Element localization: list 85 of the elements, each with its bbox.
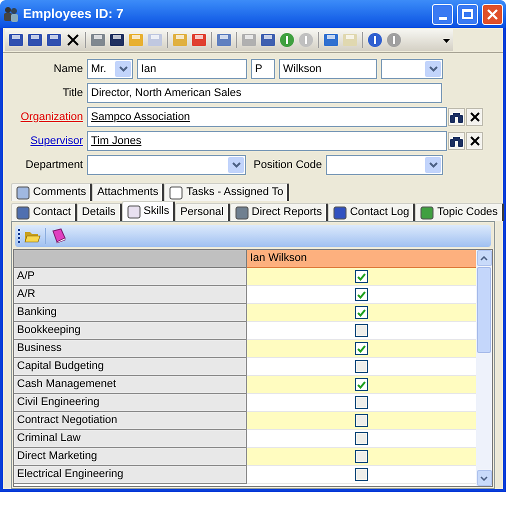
row-header: Business (14, 340, 247, 358)
triangle-icon (443, 36, 450, 44)
maximize-button[interactable] (457, 4, 478, 24)
tab[interactable]: Topic Codes (415, 203, 504, 221)
column-header[interactable]: Ian Wilkson (247, 250, 476, 268)
tab[interactable]: Tasks - Assigned To (164, 183, 290, 201)
text-field[interactable]: Wilkson (279, 59, 377, 79)
dropdown-field[interactable] (87, 155, 246, 175)
text-field[interactable]: P (251, 59, 275, 79)
row-header: A/R (14, 286, 247, 304)
caret-up-icon (480, 256, 488, 260)
save-icon[interactable] (27, 32, 43, 48)
tab[interactable]: Direct Reports (230, 203, 328, 221)
text-field[interactable]: Sampco Association (87, 107, 447, 127)
save-icon[interactable] (8, 32, 24, 48)
scroll-up-button[interactable] (476, 250, 492, 266)
clear-button[interactable] (466, 132, 483, 150)
field-label: Position Code (252, 158, 323, 173)
close-icon[interactable] (65, 32, 81, 48)
checkbox[interactable] (355, 378, 368, 391)
text-field[interactable]: Ian (137, 59, 247, 79)
save-icon[interactable] (260, 32, 276, 48)
row-header: Electrical Engineering (14, 466, 247, 484)
checkbox[interactable] (355, 396, 368, 409)
field-label: Name (52, 62, 84, 77)
row-header: Banking (14, 304, 247, 322)
binoculars-button[interactable] (448, 132, 465, 150)
text-field[interactable]: Tim Jones (87, 131, 447, 151)
scrollbar[interactable] (476, 250, 492, 486)
checkbox[interactable] (355, 306, 368, 319)
tab[interactable]: Personal (175, 203, 230, 221)
checkbox[interactable] (355, 324, 368, 337)
book-icon[interactable] (50, 228, 66, 244)
tab[interactable]: Skills (122, 201, 176, 221)
dropdown-field[interactable] (381, 59, 443, 79)
clear-button[interactable] (466, 108, 483, 126)
text-field[interactable]: Director, North American Sales (87, 83, 442, 103)
minimize-button[interactable] (432, 4, 453, 24)
tab[interactable]: Contact (11, 203, 77, 221)
field-link[interactable]: Organization (7, 108, 87, 126)
row-header: Cash Managemenet (14, 376, 247, 394)
binoculars-button[interactable] (448, 108, 465, 126)
check-icon (357, 380, 366, 388)
checkbox[interactable] (355, 270, 368, 283)
scroll-thumb[interactable] (477, 267, 492, 353)
chevron-icon[interactable] (443, 36, 450, 44)
caret-down-icon (480, 476, 488, 480)
dropdown-field[interactable]: Mr. (87, 59, 133, 79)
scroll-down-button[interactable] (476, 470, 492, 486)
close-icon (470, 136, 480, 146)
tab[interactable]: Contact Log (328, 203, 416, 221)
chevron-down-icon (232, 162, 240, 168)
checkbox[interactable] (355, 414, 368, 427)
checkbox[interactable] (355, 450, 368, 463)
row-header: Criminal Law (14, 430, 247, 448)
row-header: Contract Negotiation (14, 412, 247, 430)
check-icon (357, 308, 366, 316)
checkbox[interactable] (355, 432, 368, 445)
row-header: Bookkeeping (14, 322, 247, 340)
check-icon (357, 290, 366, 298)
close-button[interactable] (482, 4, 503, 24)
chevron-down-icon (118, 66, 128, 72)
row-header: Capital Budgeting (14, 358, 247, 376)
row-header: A/P (14, 268, 247, 286)
row-header: Civil Engineering (14, 394, 247, 412)
check-icon (357, 272, 366, 280)
window-title: Employees ID: 7 (23, 5, 124, 24)
checkbox[interactable] (355, 360, 368, 373)
tab[interactable]: Comments (11, 183, 92, 201)
chevron-down-icon (428, 66, 438, 72)
close-icon (487, 8, 498, 20)
dropdown-field[interactable] (326, 155, 443, 175)
row-header: Direct Marketing (14, 448, 247, 466)
field-label: Department (24, 158, 84, 173)
field-link[interactable]: Supervisor (7, 132, 87, 150)
tab[interactable]: Attachments (92, 183, 164, 201)
checkbox[interactable] (355, 468, 368, 481)
tab[interactable]: Details (76, 203, 122, 221)
chevron-down-icon (428, 162, 438, 168)
save-icon[interactable] (46, 32, 62, 48)
check-icon (357, 344, 366, 352)
close-icon (470, 112, 480, 122)
checkbox[interactable] (355, 288, 368, 301)
checkbox[interactable] (355, 342, 368, 355)
field-label: Title (62, 86, 84, 101)
